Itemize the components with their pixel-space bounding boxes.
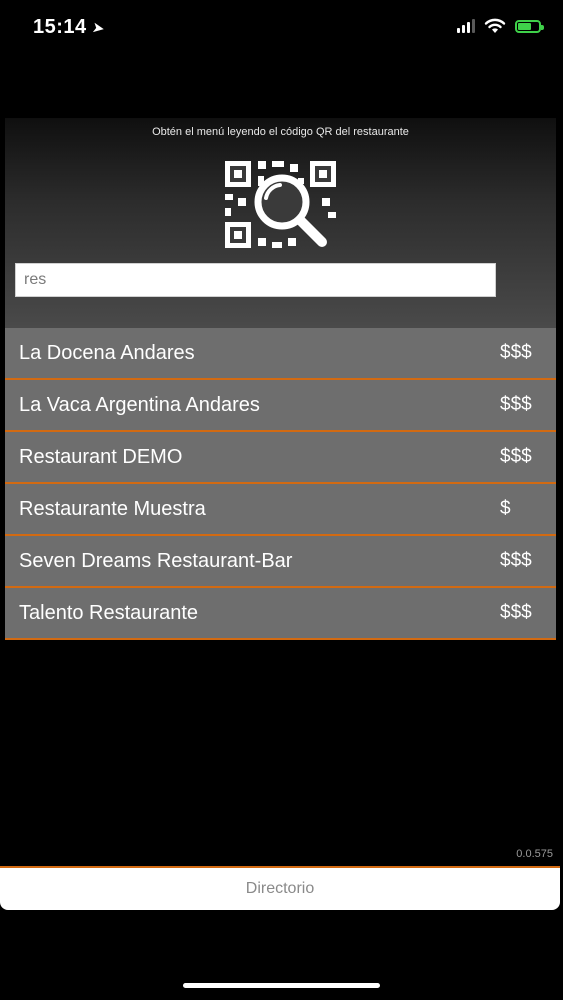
restaurant-name: La Vaca Argentina Andares bbox=[19, 393, 260, 416]
clock: 15:14 bbox=[33, 16, 87, 38]
restaurant-name: Seven Dreams Restaurant-Bar bbox=[19, 549, 293, 572]
status-time: 15:14 ➤ bbox=[33, 16, 107, 39]
status-icons bbox=[457, 18, 544, 34]
home-indicator[interactable] bbox=[183, 983, 380, 988]
results-list: La Docena Andares $$$ La Vaca Argentina … bbox=[5, 328, 556, 640]
list-item[interactable]: Restaurante Muestra $ bbox=[5, 484, 556, 536]
restaurant-name: Talento Restaurante bbox=[19, 601, 199, 624]
list-item[interactable]: Talento Restaurante $$$ bbox=[5, 588, 556, 640]
battery-icon bbox=[515, 19, 544, 33]
tab-label: Directorio bbox=[245, 880, 315, 897]
cellular-signal-icon bbox=[457, 19, 475, 33]
price-level: $$$ bbox=[500, 602, 532, 623]
list-item[interactable]: Seven Dreams Restaurant-Bar $$$ bbox=[5, 536, 556, 588]
list-item[interactable]: La Docena Andares $$$ bbox=[5, 328, 556, 380]
list-item[interactable]: Restaurant DEMO $$$ bbox=[5, 432, 556, 484]
location-arrow-icon: ➤ bbox=[90, 18, 107, 38]
price-level: $$$ bbox=[500, 446, 532, 467]
status-bar: 15:14 ➤ bbox=[0, 0, 563, 60]
price-level: $$$ bbox=[500, 550, 532, 571]
qr-header-panel: Obtén el menú leyendo el código QR del r… bbox=[5, 118, 556, 328]
price-level: $ bbox=[500, 498, 511, 519]
qr-scan-icon[interactable] bbox=[222, 158, 339, 251]
tab-directorio[interactable]: Directorio bbox=[0, 866, 560, 910]
list-item[interactable]: La Vaca Argentina Andares $$$ bbox=[5, 380, 556, 432]
qr-caption: Obtén el menú leyendo el código QR del r… bbox=[152, 126, 409, 138]
price-level: $$$ bbox=[500, 342, 532, 363]
wifi-icon bbox=[484, 18, 506, 33]
search-input[interactable] bbox=[15, 263, 496, 297]
restaurant-name: La Docena Andares bbox=[19, 341, 195, 364]
restaurant-name: Restaurant DEMO bbox=[19, 445, 183, 468]
app-version: 0.0.575 bbox=[516, 848, 553, 860]
restaurant-name: Restaurante Muestra bbox=[19, 497, 206, 520]
price-level: $$$ bbox=[500, 394, 532, 415]
